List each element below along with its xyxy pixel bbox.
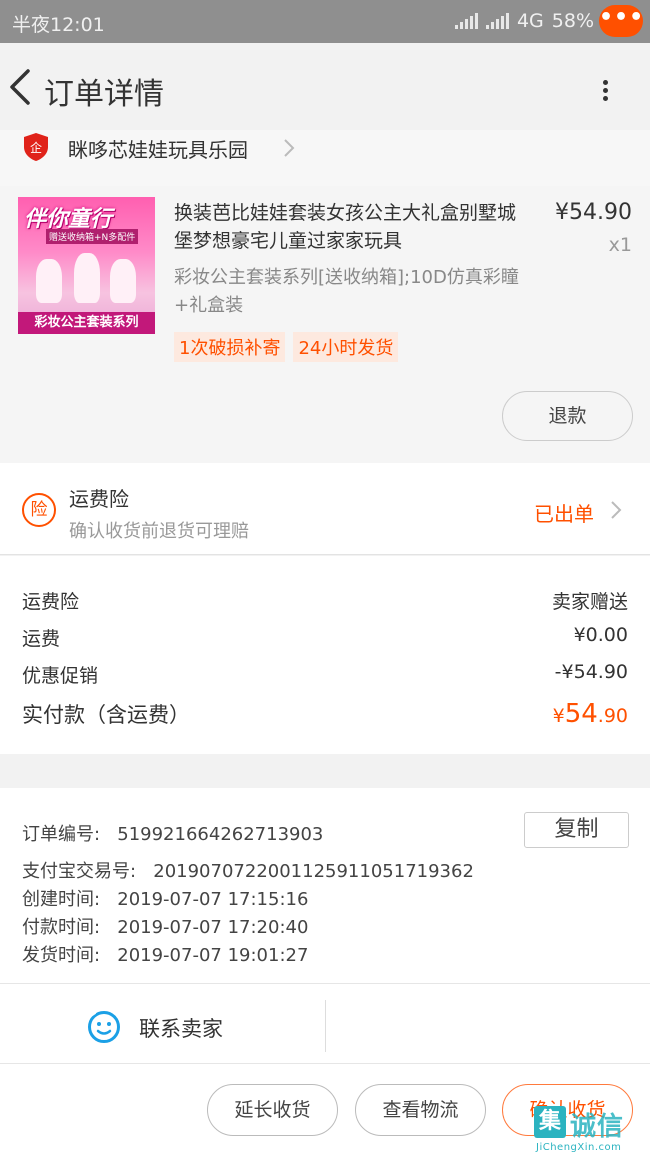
signal-icon [454,13,478,29]
chevron-right-icon [284,139,295,157]
fee-value: -¥54.90 [554,661,628,683]
fee-summary: 运费险 卖家赠送 运费 ¥0.00 优惠促销 -¥54.90 实付款（含运费） … [0,556,650,754]
status-bar: 半夜12:01 4G 58% [0,0,650,43]
chat-smile-icon[interactable] [87,1010,121,1044]
product-quantity: x1 [608,234,632,256]
divider [325,1000,326,1052]
order-info: 订单编号: 519921664262713903 复制 支付宝交易号: 2019… [0,788,650,984]
insurance-desc: 确认收货前退货可理赔 [69,521,249,542]
fee-total-row: 实付款（含运费） ¥54.90 [22,699,628,729]
doll-figure [110,259,136,303]
fee-value: 卖家赠送 [551,591,628,613]
order-number-row: 订单编号: 519921664262713903 [22,824,324,845]
created-time-row: 创建时间: 2019-07-07 17:15:16 [22,889,309,910]
watermark-text: 诚信 [570,1112,625,1142]
more-menu-icon[interactable] [601,80,609,102]
insurance-title: 运费险 [69,487,129,511]
product-price: ¥54.90 [555,200,632,225]
network-type: 4G [516,10,544,32]
refund-button[interactable]: 退款 [502,391,633,441]
doll-figure [74,253,100,303]
created-time: 2019-07-07 17:15:16 [117,889,309,910]
watermark-url: JiChengXin.com [536,1142,622,1153]
fee-row: 优惠促销 -¥54.90 [22,661,628,688]
alipay-number: 2019070722001125911051719362 [153,861,474,882]
service-tag: 1次破损补寄 [174,332,286,362]
fee-label: 运费 [22,628,61,650]
shop-badge-icon: 企 [24,133,48,161]
fee-row: 运费 ¥0.00 [22,624,628,651]
paid-time-row: 付款时间: 2019-07-07 17:20:40 [22,917,309,938]
doll-figure [36,259,62,303]
fee-label: 运费险 [22,591,80,613]
shipping-insurance-row[interactable]: 险 运费险 确认收货前退货可理赔 已出单 [0,463,650,555]
shop-row[interactable]: 企 眯哆芯娃娃玩具乐园 [0,130,650,186]
battery-percent: 58% [551,10,594,32]
status-time: 半夜12:01 [12,14,105,36]
alipay-number-row: 支付宝交易号: 2019070722001125911051719362 [22,861,474,882]
shipped-time-row: 发货时间: 2019-07-07 19:01:27 [22,945,309,966]
order-number: 519921664262713903 [117,824,324,845]
svg-text:企: 企 [30,140,42,155]
message-badge-button[interactable]: ••• [599,5,643,37]
product-thumbnail[interactable]: 伴你童行 赠送收纳箱+N多配件 彩妆公主套装系列 [18,197,155,334]
service-tags: 1次破损补寄 24小时发货 [174,332,399,362]
total-label: 实付款（含运费） [22,703,190,727]
total-amount: ¥54.90 [552,699,628,729]
thumbnail-sub: 赠送收纳箱+N多配件 [46,229,139,244]
extend-receipt-button[interactable]: 延长收货 [207,1084,338,1136]
signal-icon [485,13,509,29]
insurance-icon: 险 [22,493,56,527]
fee-value: ¥0.00 [573,624,628,646]
view-logistics-button[interactable]: 查看物流 [355,1084,486,1136]
paid-time: 2019-07-07 17:20:40 [117,917,309,938]
chevron-right-icon [611,501,622,519]
service-tag: 24小时发货 [293,332,399,362]
shop-name: 眯哆芯娃娃玩具乐园 [68,138,248,162]
fee-label: 优惠促销 [22,665,99,687]
thumbnail-caption: 彩妆公主套装系列 [18,312,155,334]
page-title: 订单详情 [44,77,164,112]
copy-button[interactable]: 复制 [524,812,629,848]
product-title[interactable]: 换装芭比娃娃套装女孩公主大礼盒别墅城堡梦想豪宅儿童过家家玩具 [174,199,528,255]
fee-row: 运费险 卖家赠送 [22,587,628,614]
product-sku: 彩妆公主套装系列[送收纳箱];10D仿真彩瞳+礼盒装 [174,267,519,316]
back-arrow-icon[interactable] [6,65,36,109]
order-item[interactable]: 伴你童行 赠送收纳箱+N多配件 彩妆公主套装系列 换装芭比娃娃套装女孩公主大礼盒… [0,186,650,463]
watermark-icon: 集 [534,1106,566,1138]
nav-bar: 订单详情 [0,43,650,130]
insurance-status: 已出单 [534,502,594,526]
contact-seller-button[interactable]: 联系卖家 [139,1013,223,1043]
section-gap [0,754,650,788]
shipped-time: 2019-07-07 19:01:27 [117,945,309,966]
watermark-logo: 集 诚信 JiChengXin.com [532,1102,650,1155]
contact-row: 联系卖家 [0,984,650,1064]
